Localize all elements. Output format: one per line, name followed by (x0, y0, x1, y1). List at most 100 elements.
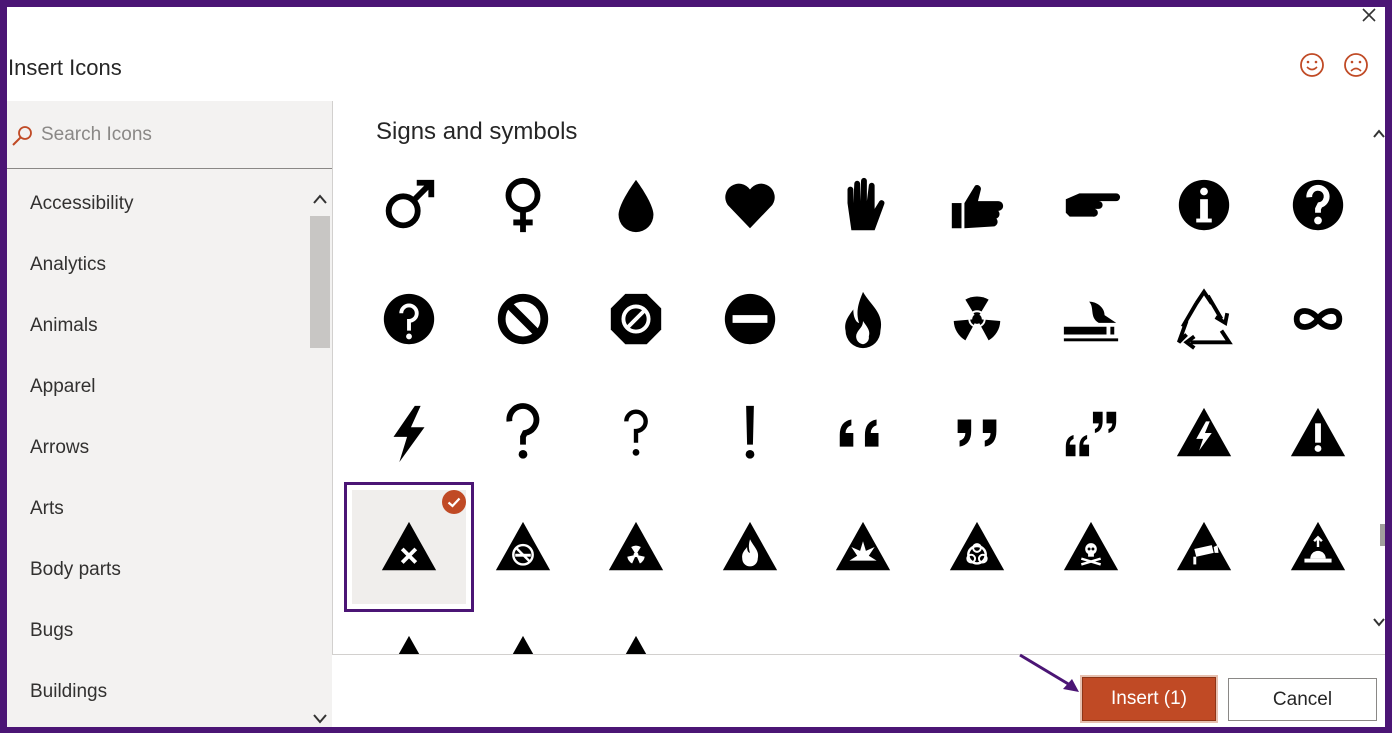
recycle-icon (1177, 288, 1233, 350)
icon-tile-warning-camera[interactable] (1147, 490, 1261, 604)
icon-tile-warning-flammable[interactable] (693, 490, 807, 604)
icon-tile-hand-pointing-right[interactable] (1034, 148, 1148, 262)
icon-tile-no-entry[interactable] (693, 262, 807, 376)
category-item[interactable]: Body parts (30, 559, 121, 581)
close-icon (1362, 8, 1376, 22)
icon-tile-warning-biohazard[interactable] (920, 490, 1034, 604)
no-entry-icon (724, 293, 775, 345)
arrow-annotation-icon (1019, 653, 1079, 692)
warning-triangle-icon (626, 635, 647, 654)
icon-tile-warning-electricity[interactable] (1147, 376, 1261, 490)
warning-no-smoking-icon (495, 521, 550, 571)
icon-gallery: Signs and symbols (332, 101, 1385, 654)
icon-tile-warning-exclamation[interactable] (1261, 376, 1375, 490)
icon-tile-question-mark[interactable] (466, 376, 580, 490)
category-sidebar: Accessibility Analytics Animals Apparel Arro… (7, 101, 332, 727)
insert-button[interactable]: Insert (1) (1082, 677, 1216, 721)
category-list: Accessibility Analytics Animals Apparel Arro… (7, 170, 310, 727)
icon-tile-heart[interactable] (693, 148, 807, 262)
insert-icons-dialog: Insert Icons Accessibility Analytics Anima… (7, 7, 1385, 727)
icon-tile-warning-x[interactable] (344, 482, 474, 612)
warning-toxic-icon (1063, 521, 1118, 571)
infinity-icon (1293, 308, 1343, 330)
octagon-prohibited-icon (611, 293, 662, 345)
icon-tile-warning-hazard-level[interactable] (1261, 490, 1375, 604)
warning-triangle-icon (512, 635, 533, 654)
icon-tile-open-quote[interactable] (806, 376, 920, 490)
icon-tile-quote-marks[interactable] (1034, 376, 1148, 490)
icon-tile-close-quote[interactable] (920, 376, 1034, 490)
icon-tile-partial[interactable] (352, 604, 466, 654)
dialog-title: Insert Icons (8, 55, 122, 80)
category-item[interactable]: Arrows (30, 437, 89, 459)
icon-tile-question-mark-alt[interactable] (579, 376, 693, 490)
warning-exclamation-icon (1290, 407, 1345, 457)
frown-icon (1344, 53, 1368, 77)
icon-tile-warning-no-smoking[interactable] (466, 490, 580, 604)
icon-tile-question-circle[interactable] (1261, 148, 1375, 262)
category-item[interactable]: Buildings (30, 681, 107, 703)
icon-tile-recycle[interactable] (1147, 262, 1261, 376)
question-circle-icon (1292, 179, 1343, 231)
icon-tile-lightning[interactable] (352, 376, 466, 490)
cancel-button[interactable]: Cancel (1228, 678, 1377, 721)
question-circle-alt-icon (383, 293, 435, 345)
female-symbol-icon (505, 177, 541, 233)
icon-tile-information[interactable] (1147, 148, 1261, 262)
search-box (7, 101, 332, 169)
icon-tile-prohibited[interactable] (466, 262, 580, 376)
male-symbol-icon (385, 179, 435, 229)
warning-x-icon (381, 521, 437, 571)
search-input[interactable] (39, 119, 313, 151)
icon-tile-thumbs-up[interactable] (920, 148, 1034, 262)
icon-tile-drop[interactable] (579, 148, 693, 262)
icon-grid (333, 101, 1373, 654)
prohibited-icon (497, 293, 548, 345)
icon-tile-warning-explosive[interactable] (806, 490, 920, 604)
icon-tile-warning-toxic[interactable] (1034, 490, 1148, 604)
selected-check-icon (442, 490, 466, 514)
thumbs-up-icon (951, 185, 1004, 229)
close-quote-icon (957, 419, 997, 447)
chevron-down-icon[interactable] (312, 713, 328, 725)
close-button[interactable] (1359, 7, 1379, 25)
lightning-icon (393, 405, 425, 463)
warning-triangle-icon (398, 635, 420, 654)
smoking-icon (1063, 301, 1118, 342)
category-item[interactable]: Apparel (30, 376, 96, 398)
frown-feedback-button[interactable] (1343, 52, 1369, 78)
hand-pointing-right-icon (1065, 193, 1120, 217)
gallery-scrollbar-thumb[interactable] (1380, 524, 1385, 546)
icon-tile-exclamation-mark[interactable] (693, 376, 807, 490)
smile-feedback-button[interactable] (1299, 52, 1325, 78)
warning-camera-icon (1177, 521, 1232, 571)
category-item[interactable]: Accessibility (30, 193, 133, 215)
icon-tile-partial[interactable] (466, 604, 580, 654)
chevron-up-icon[interactable] (312, 193, 328, 205)
gallery-scroll-up-icon[interactable] (1373, 129, 1385, 139)
icon-tile-fire[interactable] (806, 262, 920, 376)
category-item[interactable]: Animals (30, 315, 98, 337)
category-item[interactable]: Arts (30, 498, 64, 520)
search-icon (12, 126, 32, 146)
drop-icon (618, 179, 654, 233)
category-item[interactable]: Bugs (30, 620, 73, 642)
icon-tile-male-symbol[interactable] (352, 148, 466, 262)
icon-tile-question-circle-alt[interactable] (352, 262, 466, 376)
icon-tile-infinity[interactable] (1261, 262, 1375, 376)
icon-tile-partial[interactable] (579, 604, 693, 654)
icon-tile-female-symbol[interactable] (466, 148, 580, 262)
icon-tile-octagon-prohibited[interactable] (579, 262, 693, 376)
question-mark-alt-icon (624, 409, 649, 456)
category-scrollbar-thumb[interactable] (310, 216, 330, 348)
gallery-scroll-down-icon[interactable] (1373, 617, 1385, 627)
quote-marks-icon (1065, 411, 1116, 457)
open-quote-icon (840, 419, 879, 447)
warning-hazard-level-icon (1290, 521, 1345, 571)
category-item[interactable]: Analytics (30, 254, 106, 276)
icon-tile-raised-hand[interactable] (806, 148, 920, 262)
icon-tile-radiation[interactable] (920, 262, 1034, 376)
icon-tile-warning-radiation[interactable] (579, 490, 693, 604)
icon-tile-smoking[interactable] (1034, 262, 1148, 376)
warning-biohazard-icon (949, 521, 1005, 571)
